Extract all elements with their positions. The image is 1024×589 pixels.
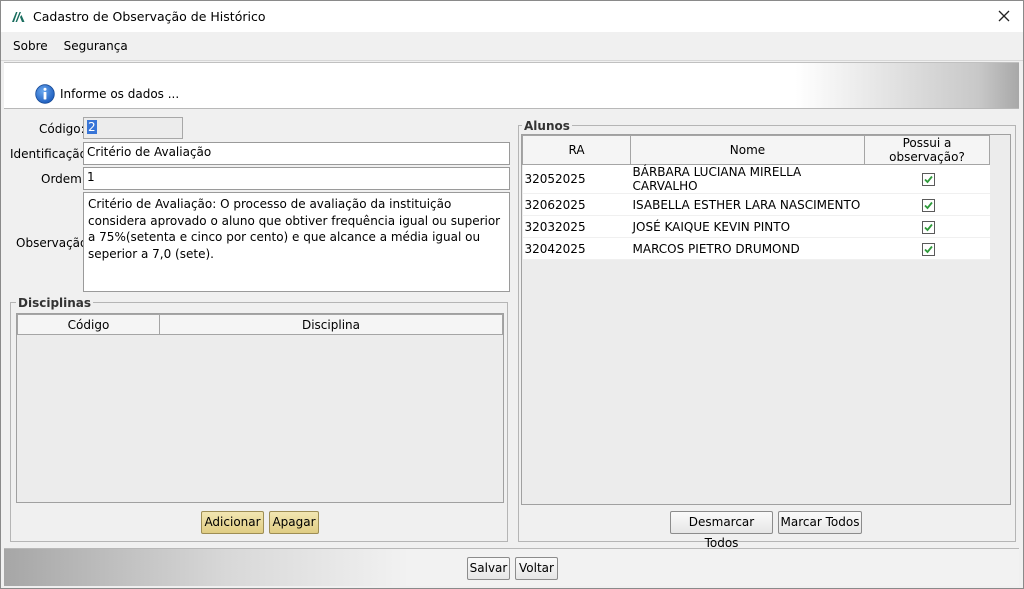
- check-icon: [923, 201, 933, 209]
- observacao-checkbox[interactable]: [921, 173, 935, 186]
- observacao-cell: [864, 164, 990, 194]
- apagar-button[interactable]: Apagar: [269, 511, 319, 534]
- table-row[interactable]: 32032025 JOSÉ KAIQUE KEVIN PINTO: [522, 215, 990, 238]
- adicionar-button[interactable]: Adicionar: [201, 511, 264, 534]
- salvar-label: Salvar: [469, 561, 508, 575]
- banner-message: Informe os dados ...: [60, 87, 180, 101]
- column-header-possui-observacao[interactable]: Possui a observação?: [864, 135, 990, 165]
- observacao-cell: [864, 237, 990, 260]
- alunos-table[interactable]: RA Nome Possui a observação? 32052025 BÁ…: [521, 134, 1011, 505]
- voltar-button[interactable]: Voltar: [515, 557, 558, 580]
- app-logo-icon: [12, 11, 25, 22]
- desmarcar-todos-label: Desmarcar Todos: [688, 515, 755, 550]
- ra-cell: 32062025: [522, 193, 631, 216]
- check-icon: [923, 175, 933, 184]
- codigo-field: 2: [83, 117, 183, 139]
- check-icon: [923, 245, 933, 253]
- column-header-disciplina[interactable]: Disciplina: [159, 314, 503, 335]
- column-header-codigo[interactable]: Código: [17, 314, 160, 335]
- observacao-checkbox[interactable]: [921, 220, 935, 234]
- menu-item-sobre[interactable]: Sobre: [13, 39, 48, 53]
- close-icon: [998, 10, 1010, 22]
- ordem-label: Ordem:: [41, 172, 86, 186]
- identificacao-value: Critério de Avaliação: [87, 145, 212, 159]
- nome-cell: ISABELLA ESTHER LARA NASCIMENTO: [630, 193, 865, 216]
- adicionar-label: Adicionar: [204, 515, 261, 529]
- menu-bar: Sobre Segurança: [1, 32, 1023, 61]
- voltar-label: Voltar: [519, 561, 554, 575]
- nome-cell: MARCOS PIETRO DRUMOND: [630, 237, 865, 260]
- title-bar: Cadastro de Observação de Histórico: [1, 1, 1023, 32]
- codigo-label: Código:: [39, 122, 85, 136]
- info-banner: Informe os dados ...: [4, 62, 1019, 109]
- window-title: Cadastro de Observação de Histórico: [33, 9, 266, 24]
- column-header-ra[interactable]: RA: [522, 135, 631, 165]
- info-icon: [35, 84, 55, 104]
- observacao-textarea[interactable]: Critério de Avaliação: O processo de ava…: [83, 192, 510, 292]
- nome-cell: BÁRBARA LUCIANA MIRELLA CARVALHO: [630, 164, 865, 194]
- ordem-input[interactable]: 1: [83, 167, 510, 190]
- alunos-title: Alunos: [522, 119, 572, 133]
- table-row[interactable]: 32062025 ISABELLA ESTHER LARA NASCIMENTO: [522, 193, 990, 216]
- observacao-value: Critério de Avaliação: O processo de ava…: [88, 197, 501, 261]
- observacao-label: Observação:: [16, 236, 92, 250]
- observacao-checkbox[interactable]: [921, 242, 935, 256]
- marcar-todos-label: Marcar Todos: [780, 515, 860, 529]
- disciplinas-table[interactable]: Código Disciplina: [16, 313, 504, 503]
- column-header-nome[interactable]: Nome: [630, 135, 865, 165]
- desmarcar-todos-button[interactable]: Desmarcar Todos: [670, 511, 773, 550]
- close-window-button[interactable]: [995, 7, 1013, 25]
- codigo-value: 2: [87, 120, 97, 134]
- application-window: Cadastro de Observação de Histórico Sobr…: [0, 0, 1024, 589]
- observacao-checkbox[interactable]: [921, 198, 935, 212]
- ra-cell: 32042025: [522, 237, 631, 260]
- ra-cell: 32032025: [522, 215, 631, 238]
- footer-bar: [4, 548, 1019, 586]
- table-row[interactable]: 32042025 MARCOS PIETRO DRUMOND: [522, 237, 990, 260]
- observacao-cell: [864, 215, 990, 238]
- identificacao-input[interactable]: Critério de Avaliação: [83, 142, 510, 165]
- salvar-button[interactable]: Salvar: [467, 557, 510, 580]
- apagar-label: Apagar: [272, 515, 316, 529]
- ordem-value: 1: [87, 170, 95, 184]
- nome-cell: JOSÉ KAIQUE KEVIN PINTO: [630, 215, 865, 238]
- disciplinas-title: Disciplinas: [16, 296, 94, 310]
- table-row[interactable]: 32052025 BÁRBARA LUCIANA MIRELLA CARVALH…: [522, 164, 990, 194]
- ra-cell: 32052025: [522, 164, 631, 194]
- observacao-cell: [864, 193, 990, 216]
- identificacao-label: Identificação:: [10, 147, 92, 161]
- marcar-todos-button[interactable]: Marcar Todos: [778, 511, 862, 534]
- menu-item-seguranca[interactable]: Segurança: [64, 39, 128, 53]
- check-icon: [923, 223, 933, 231]
